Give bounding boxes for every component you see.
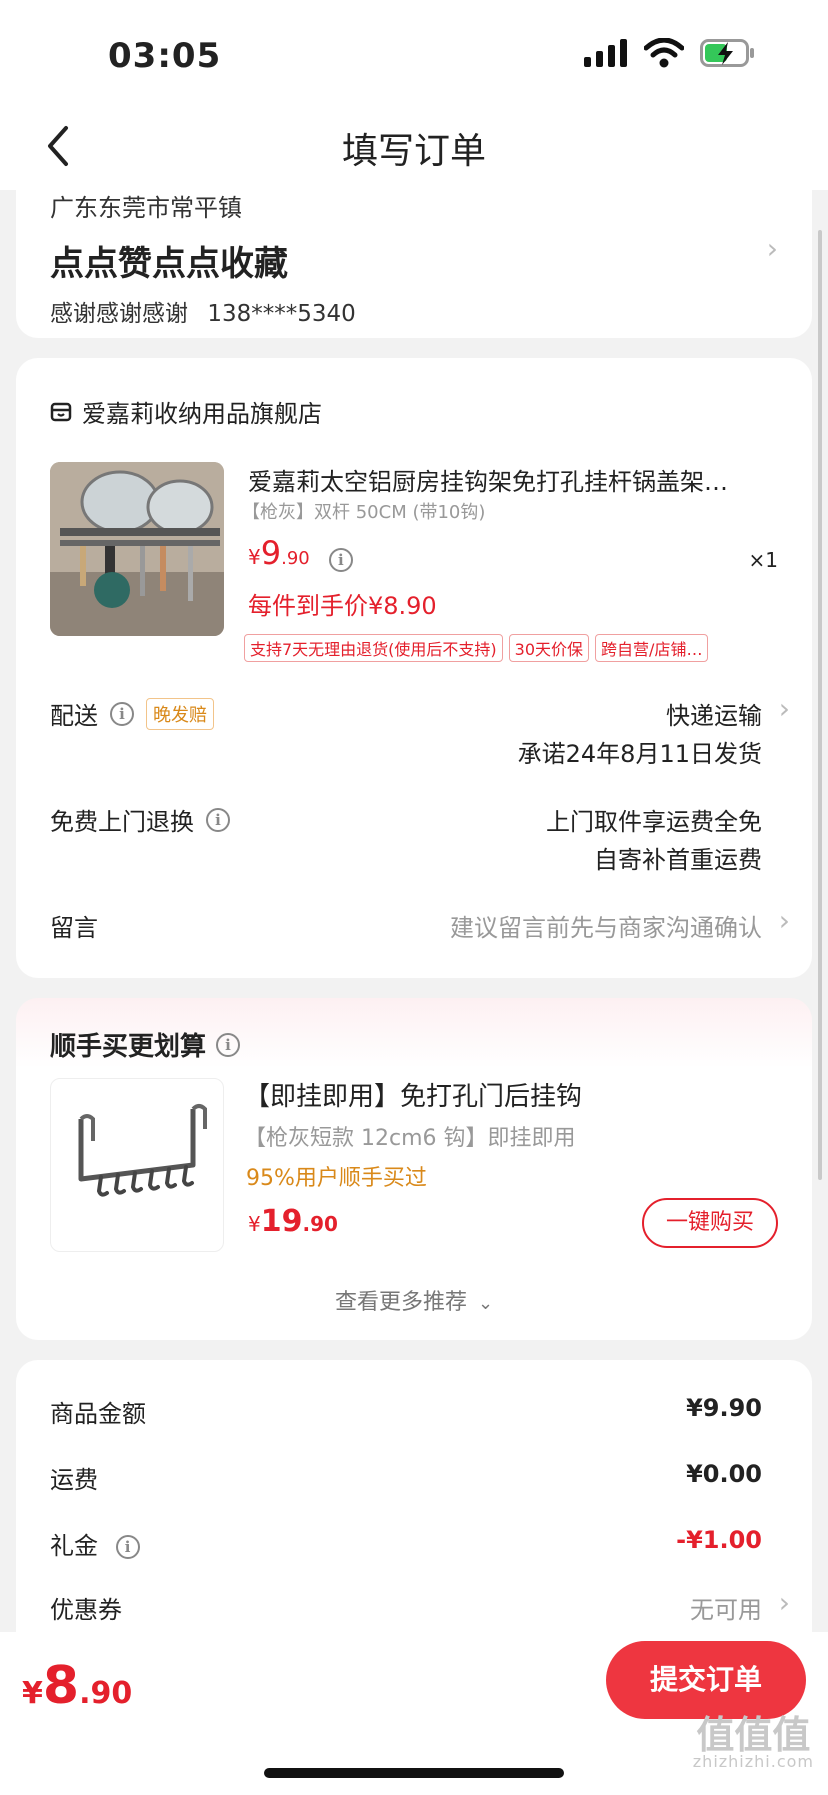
product-price: ¥9.90 i	[248, 534, 353, 572]
price-symbol: ¥	[22, 1676, 43, 1711]
message-row[interactable]: 留言 建议留言前先与商家沟通确认 ›	[50, 904, 790, 948]
status-icons	[584, 38, 756, 68]
price-decimal: .90	[281, 548, 310, 569]
order-summary-card: 商品金额 ¥9.90 运费 ¥0.00 礼金 i -¥1.00 优惠券 无可用 …	[16, 1360, 812, 1660]
product-photo	[50, 462, 224, 636]
chevron-right-icon: ›	[778, 1586, 790, 1619]
product-spec[interactable]: 【枪灰】双杆 50CM (带10钩)	[242, 498, 485, 524]
top-bar: 03:05 填写订单	[0, 0, 828, 190]
total-price: ¥8.90	[22, 1656, 132, 1716]
product-title[interactable]: 爱嘉莉太空铝厨房挂钩架免打孔挂杆锅盖架…	[248, 462, 788, 497]
summary-row-goods: 商品金额 ¥9.90	[50, 1394, 790, 1429]
summary-label: 运费	[50, 1466, 98, 1494]
delivery-row[interactable]: 配送 i 晚发赔 快递运输 › 承诺24年8月11日发货	[50, 692, 790, 776]
watermark-url: zhizhizhi.com	[692, 1752, 814, 1771]
scrollbar[interactable]	[818, 230, 822, 1180]
addon-price: ¥19.90	[248, 1204, 338, 1239]
address-region: 广东东莞市常平镇	[50, 194, 242, 222]
price-integer: 9	[260, 534, 282, 572]
battery-charging-icon	[700, 39, 754, 67]
chevron-right-icon: ›	[766, 232, 778, 265]
summary-value: -¥1.00	[676, 1526, 762, 1554]
delivery-label: 配送	[50, 702, 98, 730]
final-price-label: 每件到手价¥8.90	[248, 592, 437, 620]
addon-card: 顺手买更划算 i 【即挂即用】免打孔门后挂钩 【枪灰短款 12cm6 钩】即挂即…	[16, 998, 812, 1340]
service-tag: 跨自营/店铺…	[595, 634, 709, 662]
store-icon	[50, 402, 72, 421]
addon-header: 顺手买更划算 i	[50, 1026, 241, 1063]
page-title: 填写订单	[341, 131, 486, 172]
summary-label: 礼金	[50, 1532, 98, 1560]
return-label-group: 免费上门退换 i	[50, 802, 230, 837]
message-label: 留言	[50, 914, 98, 942]
summary-label: 优惠券	[50, 1596, 122, 1624]
addon-title: 顺手买更划算	[50, 1032, 207, 1062]
service-tag: 支持7天无理由退货(使用后不支持)	[244, 634, 503, 662]
price-symbol: ¥	[248, 1212, 261, 1236]
price-decimal: .90	[79, 1676, 133, 1711]
price-integer: 19	[260, 1204, 303, 1239]
addon-product-spec: 【枪灰短款 12cm6 钩】即挂即用	[244, 1126, 576, 1151]
chevron-right-icon: ›	[778, 692, 790, 725]
watermark-text: 值值值	[696, 1713, 811, 1757]
product-image[interactable]	[50, 462, 224, 636]
watermark: 值值值 zhizhizhi.com	[693, 1716, 814, 1770]
message-placeholder[interactable]: 建议留言前先与商家沟通确认	[450, 908, 762, 943]
service-tags: 支持7天无理由退货(使用后不支持) 30天价保 跨自营/店铺…	[244, 634, 714, 662]
summary-row-shipping: 运费 ¥0.00	[50, 1460, 790, 1495]
return-service-line1: 上门取件享运费全免	[546, 808, 762, 836]
return-service-label: 免费上门退换	[50, 808, 194, 836]
home-indicator[interactable]	[264, 1768, 564, 1778]
submit-order-button[interactable]: 提交订单	[606, 1641, 806, 1719]
delivery-label-group: 配送 i 晚发赔	[50, 696, 220, 731]
view-more-recommendations[interactable]: 查看更多推荐 ⌄	[16, 1284, 812, 1316]
return-service-line2: 自寄补首重运费	[594, 846, 762, 874]
wifi-icon	[644, 38, 684, 68]
info-icon[interactable]: i	[216, 1032, 241, 1057]
store-name: 爱嘉莉收纳用品旗舰店	[82, 400, 322, 428]
addon-product-image[interactable]	[50, 1078, 224, 1252]
late-compensation-badge: 晚发赔	[146, 697, 214, 730]
door-hook-photo	[78, 1104, 207, 1197]
summary-row-coupon[interactable]: 优惠券 无可用 ›	[50, 1586, 790, 1625]
addon-product-title[interactable]: 【即挂即用】免打孔门后挂钩	[244, 1076, 582, 1113]
price-symbol: ¥	[248, 545, 261, 569]
price-integer: 8	[42, 1656, 80, 1716]
info-icon[interactable]: i	[115, 1535, 140, 1559]
one-click-buy-button[interactable]: 一键购买	[642, 1198, 778, 1248]
delivery-method: 快递运输	[666, 702, 762, 730]
return-service-row[interactable]: 免费上门退换 i 上门取件享运费全免 自寄补首重运费	[50, 802, 790, 882]
contact-name: 感谢感谢感谢	[50, 301, 188, 327]
summary-row-gift-money[interactable]: 礼金 i -¥1.00	[50, 1526, 790, 1561]
info-icon[interactable]: i	[328, 547, 353, 572]
view-more-label: 查看更多推荐	[334, 1290, 467, 1315]
address-card[interactable]: 广东东莞市常平镇 点点赞点点收藏 感谢感谢感谢 138****5340 ›	[16, 174, 812, 338]
info-icon[interactable]: i	[110, 701, 134, 726]
contact-phone: 138****5340	[207, 301, 356, 327]
address-detail: 点点赞点点收藏	[50, 244, 288, 284]
address-contact: 感谢感谢感谢 138****5340	[50, 294, 356, 328]
summary-label: 商品金额	[50, 1400, 146, 1428]
status-time: 03:05	[108, 36, 222, 76]
store-header[interactable]: 爱嘉莉收纳用品旗舰店	[50, 394, 322, 429]
store-card: 爱嘉莉收纳用品旗舰店 爱嘉莉太空铝厨房挂钩架免打孔挂杆锅盖架… 【枪灰】双杆 5…	[16, 358, 812, 978]
price-decimal: .90	[302, 1212, 338, 1236]
signal-icon	[584, 39, 627, 67]
addon-social-proof: 95%用户顺手买过	[246, 1166, 427, 1191]
product-quantity: ×1	[748, 548, 778, 572]
delivery-promise: 承诺24年8月11日发货	[517, 740, 762, 768]
chevron-down-icon: ⌄	[477, 1293, 494, 1314]
summary-value: ¥0.00	[686, 1460, 762, 1488]
info-icon[interactable]: i	[206, 807, 230, 832]
chevron-right-icon: ›	[778, 904, 790, 937]
summary-value: 无可用	[690, 1596, 762, 1624]
service-tag: 30天价保	[508, 634, 590, 662]
summary-value: ¥9.90	[686, 1394, 762, 1422]
